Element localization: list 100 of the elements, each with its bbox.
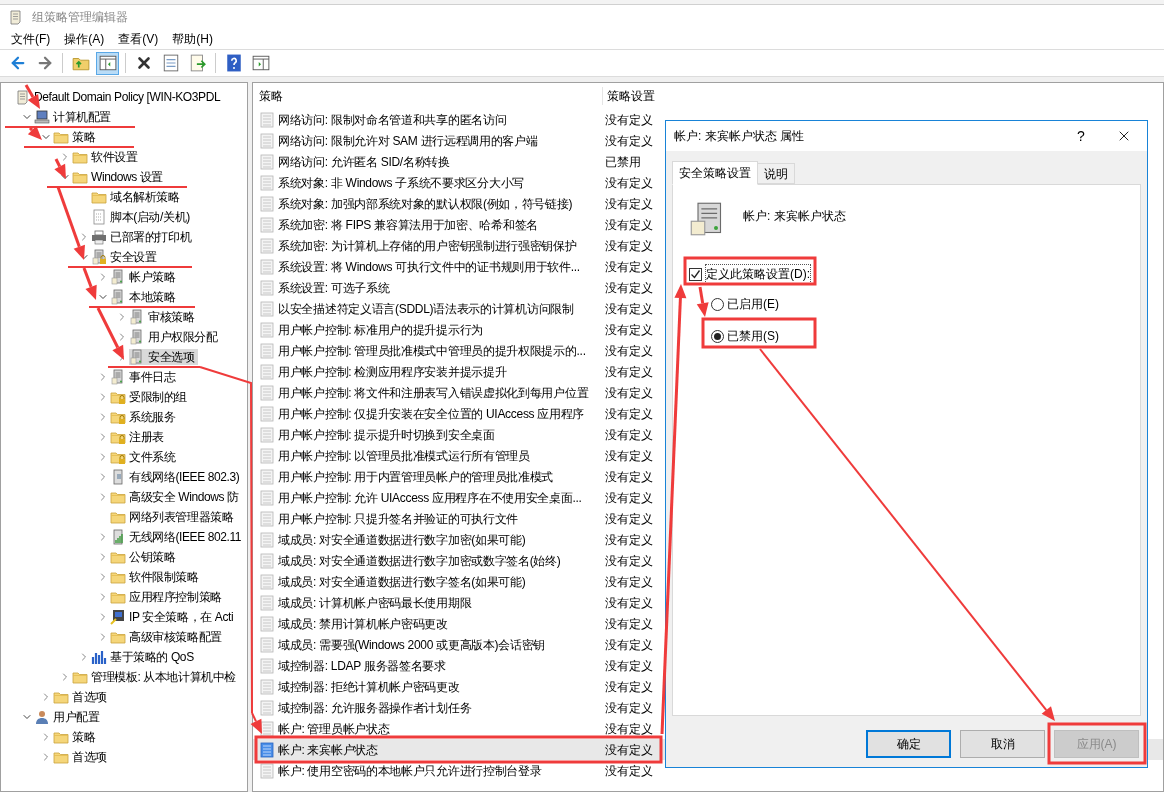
tree-item-label: 策略 [72,129,96,146]
tree-item-label: 安全设置 [110,249,157,266]
policy-setting: 没有定义 [605,615,653,633]
policy-setting: 没有定义 [605,321,653,339]
tree-item-label: 用户配置 [53,709,100,726]
policy-name: 用户帐户控制: 只提升签名并验证的可执行文件 [278,510,519,528]
policy-name: 域控制器: 允许服务器操作者计划任务 [278,699,472,717]
policy-name: 域成员: 计算机帐户密码最长使用期限 [278,594,472,612]
policy-setting: 没有定义 [605,426,653,444]
policy-name: 域成员: 禁用计算机帐户密码更改 [278,615,448,633]
tree-item-label: 应用程序控制策略 [129,589,222,606]
policy-name: 以安全描述符定义语言(SDDL)语法表示的计算机访问限制 [278,300,574,318]
policy-setting: 没有定义 [605,699,653,717]
policy-setting: 没有定义 [605,447,653,465]
policy-setting: 没有定义 [605,342,653,360]
policy-title: 帐户: 来宾帐户状态 [743,208,846,225]
tree-item-label: 有线网络(IEEE 802.3) [129,469,240,486]
policy-setting: 没有定义 [605,720,653,738]
policy-name: 用户帐户控制: 将文件和注册表写入错误虚拟化到每用户位置 [278,384,589,402]
tree-item-label: 受限制的组 [129,389,187,406]
tree-item-label: 安全选项 [148,349,195,366]
policy-setting: 没有定义 [605,510,653,528]
tree-item-label: 域名解析策略 [110,189,180,206]
policy-name: 系统加密: 将 FIPS 兼容算法用于加密、哈希和签名 [278,216,538,234]
policy-setting: 没有定义 [605,216,653,234]
tree-item-label: 文件系统 [129,449,176,466]
tree-item-label: 本地策略 [129,289,176,306]
policy-name: 网络访问: 允许匿名 SID/名称转换 [278,153,450,171]
policy-setting: 没有定义 [605,237,653,255]
policy-setting: 没有定义 [605,573,653,591]
policy-setting: 没有定义 [605,111,653,129]
policy-setting: 没有定义 [605,636,653,654]
policy-name: 帐户: 使用空密码的本地帐户只允许进行控制台登录 [278,762,542,780]
policy-setting: 没有定义 [605,531,653,549]
tree-item-label: 网络列表管理器策略 [129,509,234,526]
policy-setting: 没有定义 [605,552,653,570]
policy-setting: 没有定义 [605,195,653,213]
tree-item-label: 注册表 [129,429,164,446]
tree-item-label: 软件设置 [91,149,138,166]
tree-item-label: Windows 设置 [91,169,163,186]
tree-item-label: IP 安全策略，在 Acti [129,609,234,626]
tree-item-label: 管理模板: 从本地计算机中检 [91,669,237,686]
policy-setting: 没有定义 [605,384,653,402]
policy-name: 网络访问: 限制允许对 SAM 进行远程调用的客户端 [278,132,538,150]
tree-item-label: 策略 [72,729,96,746]
policy-name: 域成员: 对安全通道数据进行数字签名(如果可能) [278,573,526,591]
policy-setting: 没有定义 [605,594,653,612]
policy-name: 用户帐户控制: 用于内置管理员帐户的管理员批准模式 [278,468,554,486]
tree-item-label: 高级安全 Windows 防 [129,489,239,506]
policy-name: 域控制器: 拒绝计算机帐户密码更改 [278,678,460,696]
tree-item-label: 计算机配置 [53,109,111,126]
policy-setting: 没有定义 [605,363,653,381]
tree-item-label: 首选项 [72,749,107,766]
policy-setting: 没有定义 [605,279,653,297]
policy-name: 系统对象: 加强内部系统对象的默认权限(例如，符号链接) [278,195,573,213]
policy-setting: 没有定义 [605,468,653,486]
tree-item-label: 高级审核策略配置 [129,629,222,646]
tree-item-label: 首选项 [72,689,107,706]
policy-name: 系统加密: 为计算机上存储的用户密钥强制进行强密钥保护 [278,237,577,255]
tree-item-label: 用户权限分配 [148,329,218,346]
policy-setting: 没有定义 [605,489,653,507]
policy-name: 用户帐户控制: 仅提升安装在安全位置的 UIAccess 应用程序 [278,405,585,423]
policy-name: 域控制器: LDAP 服务器签名要求 [278,657,446,675]
tree-item-label: 基于策略的 QoS [110,649,194,666]
dialog-title: 帐户: 来宾帐户状态 属性 [674,128,805,145]
policy-setting: 没有定义 [605,678,653,696]
tree-item-label: 审核策略 [148,309,195,326]
policy-setting: 没有定义 [605,762,653,780]
policy-name: 域成员: 对安全通道数据进行数字加密或数字签名(始终) [278,552,561,570]
policy-setting: 没有定义 [605,132,653,150]
tree-item-label: 脚本(启动/关机) [110,209,190,226]
policy-setting: 没有定义 [605,174,653,192]
policy-name: 域成员: 需要强(Windows 2000 或更高版本)会话密钥 [278,636,546,654]
policy-setting: 已禁用 [605,153,641,171]
policy-name: 系统对象: 非 Windows 子系统不要求区分大小写 [278,174,524,192]
policy-setting: 没有定义 [605,258,653,276]
policy-name: 用户帐户控制: 标准用户的提升提示行为 [278,321,483,339]
policy-setting: 没有定义 [605,657,653,675]
window-title: 组策略管理编辑器 [32,8,128,26]
tree-item-label: 软件限制策略 [129,569,199,586]
tree-item-label: 系统服务 [129,409,176,426]
policy-name: 帐户: 管理员帐户状态 [278,720,390,738]
policy-name: 用户帐户控制: 允许 UIAccess 应用程序在不使用安全桌面... [278,489,582,507]
policy-name: 网络访问: 限制对命名管道和共享的匿名访问 [278,111,507,129]
tree-item-label: 无线网络(IEEE 802.11 [129,529,242,546]
policy-name: 用户帐户控制: 检测应用程序安装并提示提升 [278,363,507,381]
policy-setting: 没有定义 [605,741,653,759]
tree-item-label: 帐户策略 [129,269,176,286]
tree-item-label: 已部署的打印机 [110,229,192,246]
policy-setting: 没有定义 [605,405,653,423]
policy-name: 用户帐户控制: 以管理员批准模式运行所有管理员 [278,447,530,465]
policy-name: 系统设置: 将 Windows 可执行文件中的证书规则用于软件... [278,258,580,276]
policy-setting: 没有定义 [605,300,653,318]
policy-name: 系统设置: 可选子系统 [278,279,390,297]
policy-name: 用户帐户控制: 管理员批准模式中管理员的提升权限提示的... [278,342,586,360]
tree-item-label: 事件日志 [129,369,176,386]
policy-name: 域成员: 对安全通道数据进行数字加密(如果可能) [278,531,526,549]
tree-item-label: 公钥策略 [129,549,176,566]
policy-name: 帐户: 来宾帐户状态 [278,741,378,759]
policy-name: 用户帐户控制: 提示提升时切换到安全桌面 [278,426,495,444]
